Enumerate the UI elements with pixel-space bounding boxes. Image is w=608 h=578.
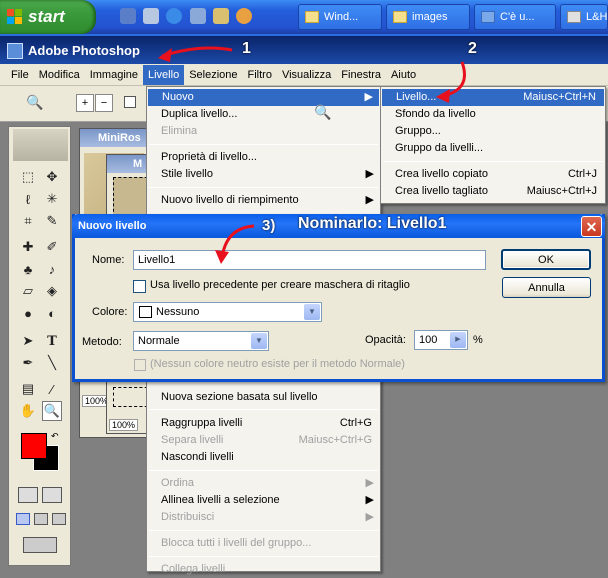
step1-number: 1 [242, 40, 251, 57]
step1-arrowhead [158, 48, 172, 62]
step2-arrow [441, 61, 466, 98]
step2-arrowhead [436, 89, 450, 103]
step3-arrowhead [215, 250, 229, 264]
foreground-color-swatch[interactable] [21, 433, 47, 459]
annotation-layer [158, 46, 466, 264]
step2-number: 2 [468, 40, 477, 57]
step1-arrow [161, 46, 233, 58]
